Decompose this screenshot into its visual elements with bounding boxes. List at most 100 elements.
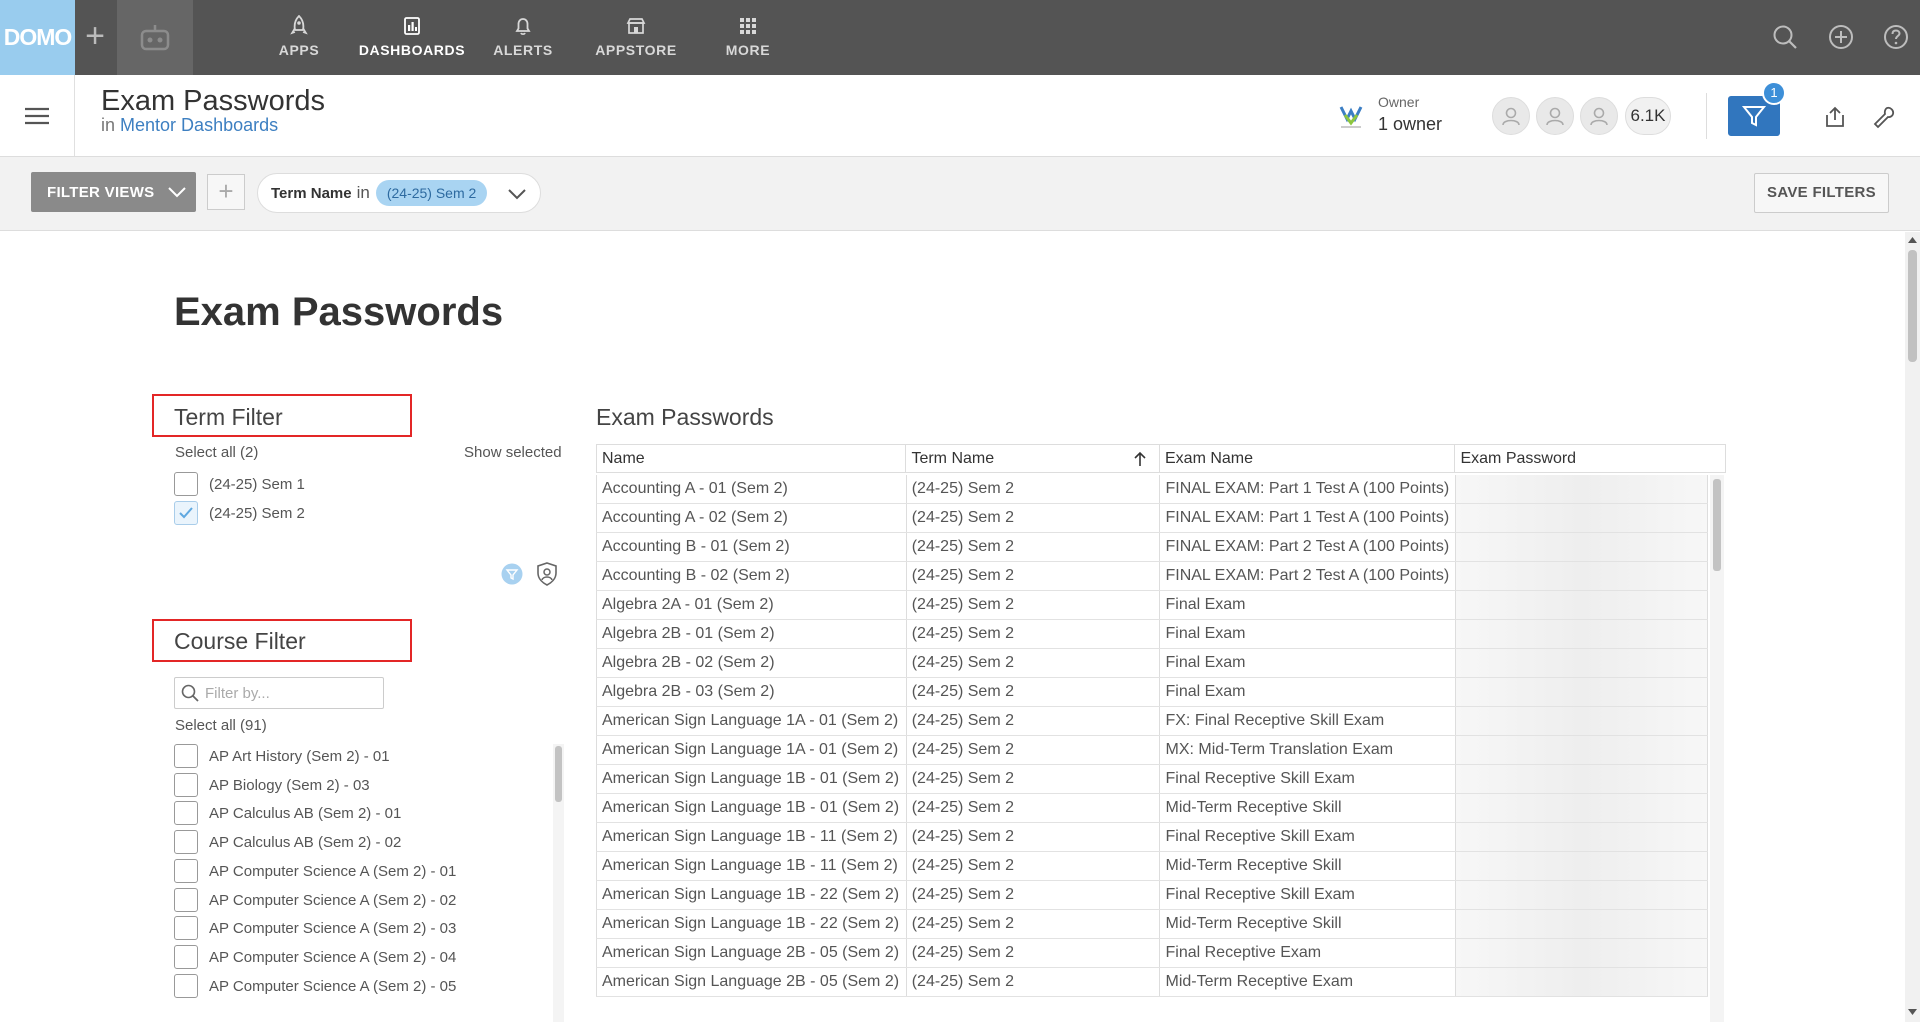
scrollbar-thumb[interactable]	[555, 746, 562, 802]
avatar[interactable]	[1536, 97, 1574, 135]
course-select-all[interactable]: Select all (91)	[175, 717, 267, 734]
scroll-up-arrow-icon[interactable]	[1907, 235, 1918, 244]
table-row[interactable]: American Sign Language 1A - 01 (Sem 2) (2…	[596, 736, 1708, 765]
domo-logo[interactable]: DOMO	[0, 0, 75, 75]
scrollbar-thumb[interactable]	[1908, 250, 1917, 362]
checkbox[interactable]	[174, 888, 198, 912]
table-row[interactable]: American Sign Language 1B - 11 (Sem 2) (2…	[596, 823, 1708, 852]
course-option[interactable]: AP Computer Science A (Sem 2) - 02	[174, 888, 456, 912]
course-option-list: AP Art History (Sem 2) - 01 AP Biology (…	[0, 744, 570, 1022]
nav-apps[interactable]: APPS	[270, 14, 328, 62]
table-row[interactable]: American Sign Language 1B - 01 (Sem 2) (2…	[596, 765, 1708, 794]
table-row[interactable]: American Sign Language 2B - 05 (Sem 2) (2…	[596, 939, 1708, 968]
table-row[interactable]: Algebra 2B - 01 (Sem 2) (24-25) Sem 2 Fina…	[596, 620, 1708, 649]
nav-appstore[interactable]: APPSTORE	[594, 14, 678, 62]
course-option[interactable]: AP Calculus AB (Sem 2) - 01	[174, 801, 401, 825]
avatar[interactable]	[1492, 97, 1530, 135]
table-scrollbar[interactable]	[1710, 475, 1724, 1022]
table-row[interactable]: Algebra 2B - 03 (Sem 2) (24-25) Sem 2 Fina…	[596, 678, 1708, 707]
table-row[interactable]: Accounting A - 02 (Sem 2) (24-25) Sem 2 FI…	[596, 504, 1708, 533]
shield-user-icon[interactable]	[535, 562, 559, 586]
table-cell-password	[1456, 765, 1708, 793]
table-row[interactable]: American Sign Language 1B - 22 (Sem 2) (2…	[596, 881, 1708, 910]
table-row[interactable]: American Sign Language 1B - 11 (Sem 2) (2…	[596, 852, 1708, 881]
viewer-count[interactable]: 6.1K	[1625, 97, 1671, 135]
table-row[interactable]: Accounting A - 01 (Sem 2) (24-25) Sem 2 FI…	[596, 475, 1708, 504]
course-search-field[interactable]	[174, 677, 384, 709]
term-filter-title: Term Filter	[174, 404, 283, 430]
nav-dashboards[interactable]: DASHBOARDS	[356, 14, 468, 62]
checkbox[interactable]	[174, 916, 198, 940]
term-option[interactable]: (24-25) Sem 2	[174, 501, 305, 525]
course-search-input[interactable]	[205, 684, 375, 702]
column-header[interactable]: Exam Password	[1455, 445, 1725, 472]
checkbox[interactable]	[174, 859, 198, 883]
table-row[interactable]: American Sign Language 1A - 01 (Sem 2) (2…	[596, 707, 1708, 736]
add-filter-button[interactable]: +	[207, 174, 245, 210]
table-row[interactable]: Algebra 2B - 02 (Sem 2) (24-25) Sem 2 Fina…	[596, 649, 1708, 678]
scroll-down-arrow-icon[interactable]	[1907, 1008, 1918, 1017]
sort-ascending-icon[interactable]	[1133, 451, 1147, 467]
chevron-down-icon[interactable]	[506, 183, 528, 205]
assistant-bot-icon[interactable]	[117, 0, 193, 75]
scrollbar-thumb[interactable]	[1713, 479, 1721, 571]
show-selected-link[interactable]: Show selected	[464, 444, 562, 461]
dashboard-icon	[356, 14, 468, 38]
checkbox[interactable]	[174, 801, 198, 825]
checkbox[interactable]	[174, 744, 198, 768]
term-option[interactable]: (24-25) Sem 1	[174, 472, 305, 496]
checkbox[interactable]	[174, 472, 198, 496]
filter-views-button[interactable]: FILTER VIEWS	[31, 172, 196, 212]
table-row[interactable]: American Sign Language 1B - 22 (Sem 2) (2…	[596, 910, 1708, 939]
table-row[interactable]: Accounting B - 01 (Sem 2) (24-25) Sem 2 FI…	[596, 533, 1708, 562]
filter-value-chip[interactable]: (24-25) Sem 2	[375, 180, 488, 206]
course-option[interactable]: AP Computer Science A (Sem 2) - 04	[174, 945, 456, 969]
checkbox[interactable]	[174, 974, 198, 998]
course-option[interactable]: AP Calculus AB (Sem 2) - 02	[174, 830, 401, 854]
wrench-icon[interactable]	[1870, 102, 1900, 132]
share-icon[interactable]	[1820, 102, 1850, 132]
checkbox[interactable]	[174, 830, 198, 854]
nav-alerts[interactable]: ALERTS	[493, 14, 553, 62]
dashboard-title: Exam Passwords	[174, 290, 504, 334]
owner-value[interactable]: 1 owner	[1378, 114, 1442, 135]
add-icon[interactable]: +	[78, 18, 112, 56]
rocket-icon	[270, 14, 328, 38]
table-cell: Final Receptive Skill Exam	[1160, 765, 1457, 793]
create-icon[interactable]	[1826, 22, 1856, 52]
table-cell: American Sign Language 1B - 22 (Sem 2)	[597, 881, 907, 909]
checkbox[interactable]	[174, 945, 198, 969]
table-row[interactable]: Accounting B - 02 (Sem 2) (24-25) Sem 2 FI…	[596, 562, 1708, 591]
column-header[interactable]: Exam Name	[1160, 445, 1456, 472]
table-row[interactable]: Algebra 2A - 01 (Sem 2) (24-25) Sem 2 Fina…	[596, 591, 1708, 620]
table-cell: Final Receptive Exam	[1160, 939, 1457, 967]
course-option[interactable]: AP Computer Science A (Sem 2) - 01	[174, 859, 456, 883]
page-scrollbar[interactable]	[1905, 232, 1920, 1022]
search-icon[interactable]	[1770, 22, 1800, 52]
course-list-scrollbar[interactable]	[553, 744, 564, 1022]
term-select-all[interactable]: Select all (2)	[175, 444, 258, 461]
table-cell: Algebra 2B - 03 (Sem 2)	[597, 678, 907, 706]
filter-pill[interactable]: Term Name in (24-25) Sem 2	[257, 173, 541, 213]
checkbox[interactable]	[174, 773, 198, 797]
help-icon[interactable]	[1881, 22, 1911, 52]
table-cell-password	[1456, 707, 1708, 735]
filter-applied-icon[interactable]	[500, 562, 524, 586]
column-header[interactable]: Name	[597, 445, 907, 472]
parent-page-link[interactable]: Mentor Dashboards	[120, 115, 278, 135]
avatar[interactable]	[1580, 97, 1618, 135]
course-option-label: AP Computer Science A (Sem 2) - 04	[209, 948, 457, 966]
column-header-sorted[interactable]: Term Name	[906, 445, 1160, 472]
checkbox-checked[interactable]	[174, 501, 198, 525]
nav-alerts-label: ALERTS	[493, 42, 553, 58]
menu-icon[interactable]	[0, 75, 75, 156]
table-row[interactable]: American Sign Language 2B - 05 (Sem 2) (2…	[596, 968, 1708, 997]
course-option[interactable]: AP Computer Science A (Sem 2) - 05	[174, 974, 456, 998]
course-option[interactable]: AP Computer Science A (Sem 2) - 03	[174, 916, 456, 940]
table-row[interactable]: American Sign Language 1B - 01 (Sem 2) (2…	[596, 794, 1708, 823]
save-filters-button[interactable]: SAVE FILTERS	[1754, 173, 1889, 213]
nav-more[interactable]: MORE	[720, 14, 776, 62]
table-cell: Final Exam	[1160, 620, 1457, 648]
course-option[interactable]: AP Biology (Sem 2) - 03	[174, 773, 370, 797]
course-option[interactable]: AP Art History (Sem 2) - 01	[174, 744, 390, 768]
